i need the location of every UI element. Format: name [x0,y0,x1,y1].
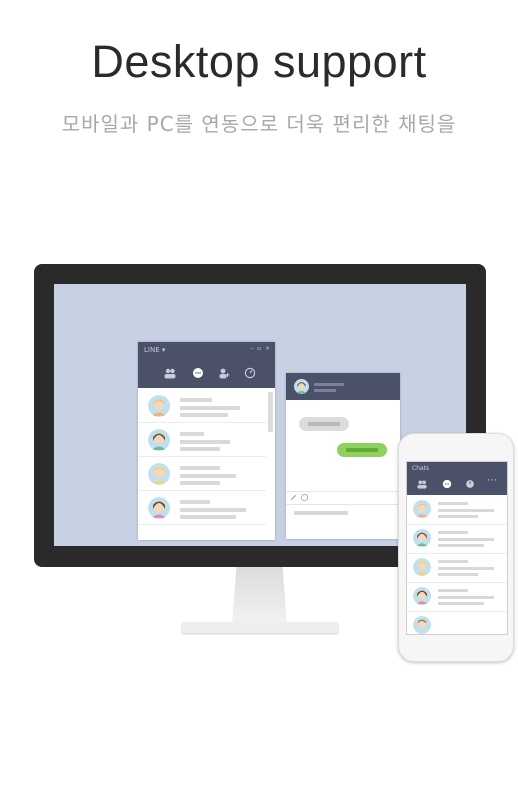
chat-list-item [407,525,507,554]
message-placeholder [438,573,478,576]
name-placeholder [438,531,468,534]
chat-window [286,373,400,539]
input-placeholder [294,511,348,515]
phone-title: Chats [412,465,430,472]
monitor-stand-neck [232,567,287,624]
page-title: Desktop support [91,36,427,87]
friend-list-item [138,458,266,491]
avatar [413,587,431,605]
avatar [148,429,170,451]
avatar [148,463,170,485]
chat-icon [193,368,203,378]
name-placeholder [438,502,468,505]
message-placeholder [438,509,494,512]
phone-illustration: Chats ⋯ [398,433,514,662]
message-placeholder [180,406,240,410]
chat-toolbar [286,491,400,505]
add-friend-icon [219,368,230,379]
scrollbar [268,392,273,432]
page-subtitle: 모바일과 PC를 연동으로 더욱 편리한 채팅을 [61,112,457,136]
avatar [413,529,431,547]
message-placeholder [346,448,378,452]
timeline-icon [466,480,474,488]
message-placeholder [180,440,230,444]
friend-list-item [138,492,266,525]
window-header: LINE ▾ – ▫ × [138,342,275,388]
message-placeholder [180,515,236,519]
avatar [294,379,309,394]
message-placeholder [180,413,228,417]
chat-header [286,373,400,400]
line-desktop-window: LINE ▾ – ▫ × [138,342,275,540]
message-placeholder [438,538,494,541]
name-placeholder [438,560,468,563]
chat-list-item [407,583,507,612]
avatar [413,616,431,634]
chat-list-item [407,496,507,525]
attach-icon [291,495,296,500]
message-placeholder [438,544,484,547]
message-placeholder [308,422,340,426]
name-placeholder [438,589,468,592]
timeline-icon [244,367,256,379]
chat-icon [442,479,452,489]
friends-icon [417,480,427,489]
name-placeholder [180,466,220,470]
more-icon: ⋯ [487,475,497,486]
name-placeholder [180,398,212,402]
friend-list-item [138,390,266,423]
avatar [413,500,431,518]
message-placeholder [438,602,484,605]
name-placeholder [314,383,344,386]
received-message-bubble [299,417,349,431]
avatar [148,395,170,417]
avatar [413,558,431,576]
window-app-name: LINE ▾ [144,346,166,354]
friend-list-item [138,424,266,457]
message-placeholder [180,481,220,485]
sent-message-bubble [337,443,387,457]
name-placeholder [180,500,210,504]
friends-icon [164,368,176,379]
message-placeholder [180,508,246,512]
message-placeholder [438,567,494,570]
phone-header: Chats ⋯ [407,462,507,495]
window-controls: – ▫ × [250,345,271,352]
message-placeholder [438,515,478,518]
chat-list-item [407,612,507,634]
phone-screen: Chats ⋯ [406,461,508,635]
chat-list-item [407,554,507,583]
message-placeholder [180,474,236,478]
monitor-stand-base [182,622,338,633]
status-placeholder [314,389,336,392]
avatar [148,497,170,519]
message-placeholder [180,447,220,451]
emoji-icon [300,493,309,502]
message-placeholder [438,596,494,599]
name-placeholder [180,432,204,436]
